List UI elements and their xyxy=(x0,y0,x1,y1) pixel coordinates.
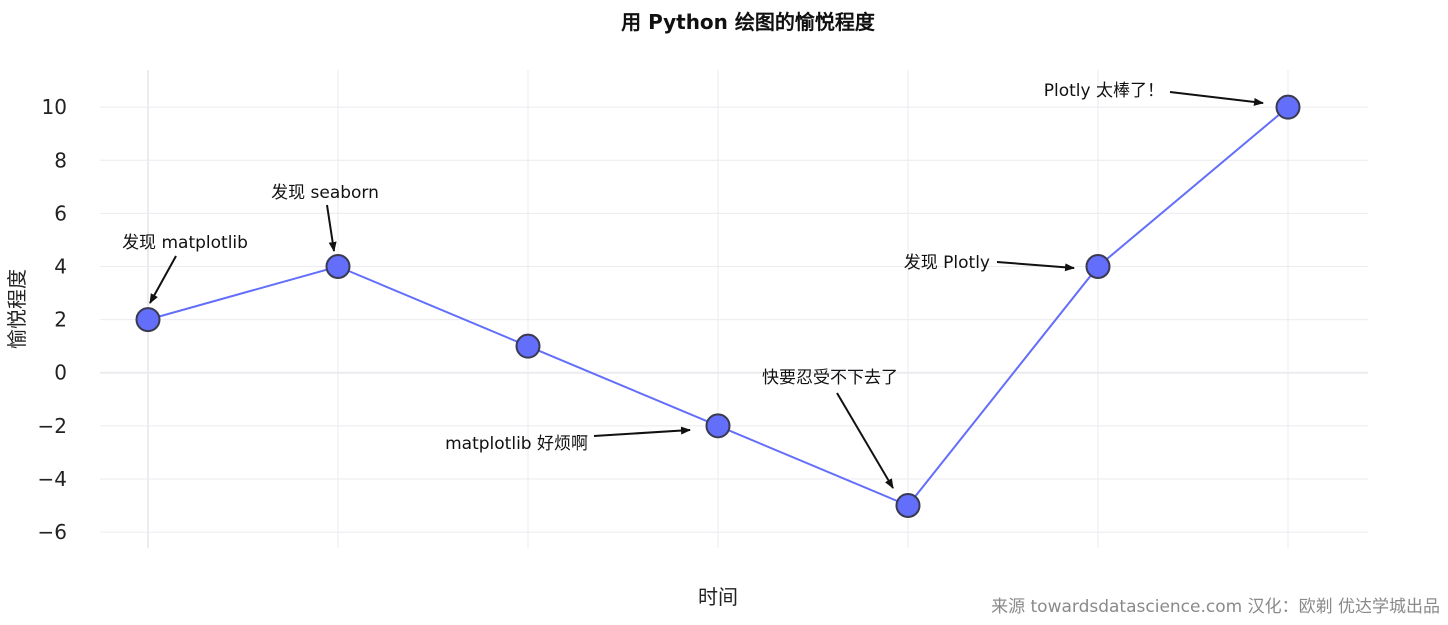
x-axis-title: 时间 xyxy=(698,585,738,609)
data-point xyxy=(705,413,731,439)
grid-lines xyxy=(100,70,1368,548)
annotation-arrow xyxy=(149,255,177,304)
annotation-arrow xyxy=(996,261,1075,272)
y-tick-label: 8 xyxy=(54,148,67,172)
data-point xyxy=(515,333,541,359)
annotation-label: 发现 matplotlib xyxy=(122,233,248,253)
annotation-arrow xyxy=(1169,91,1264,106)
data-point xyxy=(135,307,161,333)
data-point xyxy=(1085,254,1111,280)
data-point xyxy=(325,254,351,280)
data-point xyxy=(895,493,921,519)
annotation-label: 快要忍受不下去了 xyxy=(762,368,898,388)
y-tick-label: 4 xyxy=(54,255,67,279)
y-axis-ticks: −6 −4 −2 0 2 4 6 8 10 xyxy=(38,95,67,544)
y-tick-label: −4 xyxy=(38,467,67,491)
y-tick-label: −2 xyxy=(38,414,67,438)
y-tick-label: 2 xyxy=(54,308,67,332)
data-point xyxy=(1275,94,1301,120)
y-axis-title: 愉悦程度 xyxy=(5,269,29,349)
line-chart: −6 −4 −2 0 2 4 6 8 10 发现 matplotlib 发现 seaborn mat… xyxy=(5,10,1440,617)
chart-title: 用 Python 绘图的愉悦程度 xyxy=(621,10,876,34)
y-tick-label: −6 xyxy=(38,520,67,544)
annotation-label: Plotly 太棒了！ xyxy=(1044,81,1164,101)
y-tick-label: 0 xyxy=(54,361,67,385)
y-tick-label: 10 xyxy=(42,95,67,119)
annotation-arrow xyxy=(593,426,691,437)
source-note: 来源 towardsdatascience.com 汉化：欧剃 优达学城出品 xyxy=(991,597,1440,617)
annotation-label: 发现 seaborn xyxy=(271,183,379,203)
annotation-arrow xyxy=(836,392,894,489)
annotation-arrow xyxy=(326,204,337,252)
y-tick-label: 6 xyxy=(54,201,67,225)
annotations: 发现 matplotlib 发现 seaborn matplotlib 好烦啊 快要忍… xyxy=(122,81,1264,489)
annotation-label: matplotlib 好烦啊 xyxy=(445,434,588,454)
annotation-label: 发现 Plotly xyxy=(904,253,990,273)
